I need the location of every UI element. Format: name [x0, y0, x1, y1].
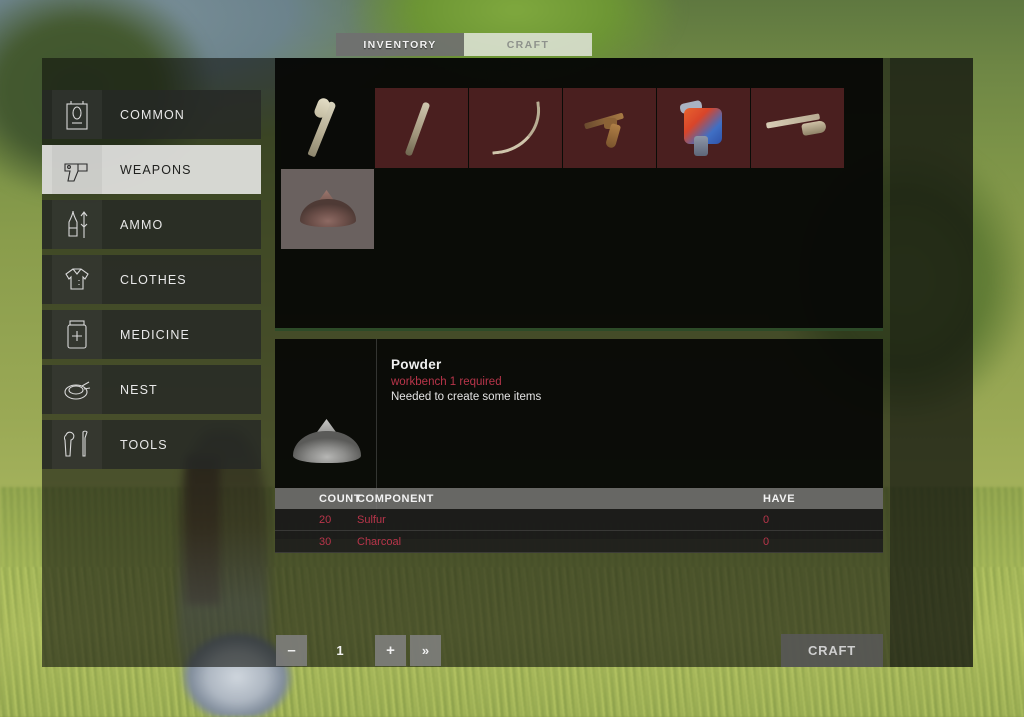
sidebar-item-nest-label: NEST [120, 382, 158, 397]
bullet-icon [52, 200, 102, 249]
decrease-quantity-button[interactable]: – [276, 635, 307, 666]
tab-bar: INVENTORY CRAFT [336, 33, 592, 56]
increase-quantity-button[interactable]: + [375, 635, 406, 666]
sidebar-item-nest[interactable]: NEST [42, 365, 261, 414]
sidebar-item-common-label: COMMON [120, 107, 185, 122]
sidebar-item-tools[interactable]: TOOLS [42, 420, 261, 469]
sidebar-item-medicine-label: MEDICINE [120, 327, 190, 342]
nest-icon [52, 365, 102, 414]
item-slot-toy-gun[interactable] [657, 88, 750, 168]
shotgun-icon [762, 96, 834, 160]
bag-icon [52, 90, 102, 139]
sidebar-item-clothes[interactable]: CLOTHES [42, 255, 261, 304]
table-row[interactable]: 30 Charcoal 0 [275, 531, 883, 553]
item-name: Powder [391, 357, 442, 372]
right-dim-strip [890, 58, 973, 667]
powder-icon [292, 177, 364, 241]
sidebar-item-clothes-label: CLOTHES [120, 272, 187, 287]
item-slot-wooden-club[interactable] [375, 88, 468, 168]
sidebar-item-medicine[interactable]: MEDICINE [42, 310, 261, 359]
pistol-icon [52, 145, 102, 194]
craft-main-panel: Powder workbench 1 required Needed to cr… [275, 58, 883, 667]
game-screen: INVENTORY CRAFT COMMON WEAPONS AMMO CLOT… [0, 0, 1024, 717]
row-component: Charcoal [357, 535, 402, 548]
item-slot-shotgun[interactable] [751, 88, 844, 168]
row-count: 30 [319, 535, 332, 548]
quantity-value: 1 [336, 643, 344, 658]
header-count: COUNT [319, 492, 362, 505]
baseball-bat-icon [292, 96, 364, 160]
row-count: 20 [319, 513, 332, 526]
components-table: COUNT COMPONENT HAVE 20 Sulfur 0 30 Char… [275, 488, 883, 553]
category-sidebar: COMMON WEAPONS AMMO CLOTHES MEDICINE NES… [42, 58, 261, 667]
sidebar-item-tools-label: TOOLS [120, 437, 168, 452]
medkit-icon [52, 310, 102, 359]
item-slot-revolver[interactable] [563, 88, 656, 168]
header-have: HAVE [763, 492, 796, 505]
header-component: COMPONENT [357, 492, 434, 505]
tab-craft-label: CRAFT [506, 38, 550, 51]
table-header-row: COUNT COMPONENT HAVE [275, 488, 883, 509]
tab-inventory-label: INVENTORY [363, 38, 437, 51]
toy-gun-icon [668, 96, 740, 160]
row-have: 0 [763, 513, 770, 526]
sidebar-item-weapons-label: WEAPONS [120, 162, 192, 177]
item-description: Needed to create some items [391, 391, 542, 403]
powder-pile-icon [287, 411, 367, 467]
tab-craft[interactable]: CRAFT [464, 33, 592, 56]
row-component: Sulfur [357, 513, 386, 526]
sidebar-item-weapons[interactable]: WEAPONS [42, 145, 261, 194]
fast-forward-icon[interactable]: » [410, 635, 441, 666]
item-slot-baseball-bat[interactable] [281, 88, 374, 168]
revolver-icon [574, 96, 646, 160]
table-row[interactable]: 20 Sulfur 0 [275, 509, 883, 531]
item-requirement: workbench 1 required [391, 376, 502, 388]
item-grid [281, 88, 883, 249]
tab-inventory[interactable]: INVENTORY [336, 33, 464, 56]
tools-icon [52, 420, 102, 469]
item-slot-powder[interactable] [281, 169, 374, 249]
sidebar-item-ammo-label: AMMO [120, 217, 164, 232]
craft-footer: – 1 + » CRAFT [275, 634, 883, 667]
shirt-icon [52, 255, 102, 304]
machete-icon [480, 96, 552, 160]
wooden-club-icon [386, 96, 458, 160]
row-have: 0 [763, 535, 770, 548]
sidebar-item-ammo[interactable]: AMMO [42, 200, 261, 249]
sidebar-item-common[interactable]: COMMON [42, 90, 261, 139]
item-slot-machete[interactable] [469, 88, 562, 168]
craft-button[interactable]: CRAFT [781, 634, 883, 667]
item-grid-panel [275, 58, 883, 331]
